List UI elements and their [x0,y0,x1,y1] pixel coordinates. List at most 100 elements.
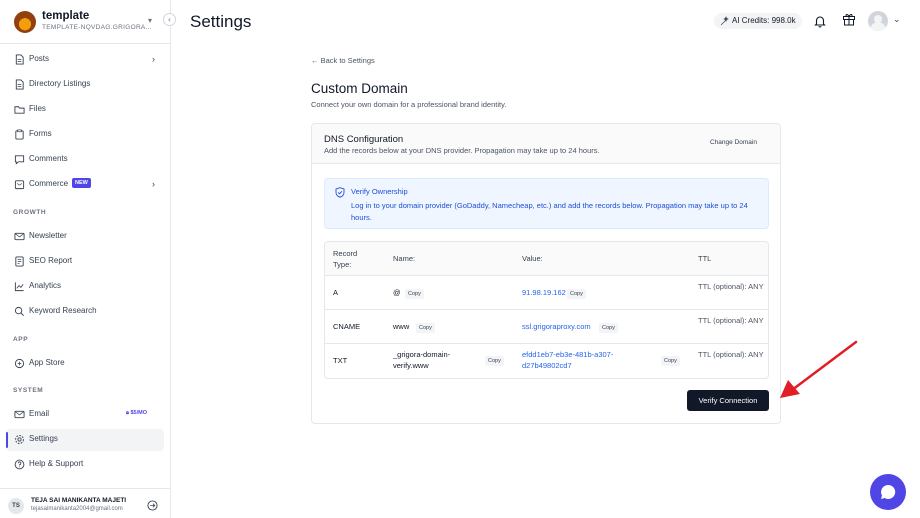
copy-value-button[interactable]: Copy [661,356,680,366]
cart-icon [14,180,25,190]
chat-icon [14,155,25,165]
verify-connection-button[interactable]: Verify Connection [687,390,769,411]
sidebar-item-keyword-research[interactable]: Keyword Research [6,301,164,323]
section-heading-app: APP [13,336,29,343]
copy-name-button[interactable]: Copy [485,356,504,366]
workspace-name: template [42,10,90,22]
sidebar-item-email[interactable]: Email 🔒︎ $5/MO [6,404,164,426]
sparkle-icon [720,16,729,26]
chevron-right-icon: › [152,54,155,64]
sidebar-item-analytics[interactable]: Analytics [6,276,164,298]
record-type: TXT [333,356,348,365]
user-name: TEJA SAI MANIKANTA MAJETI [31,497,127,504]
dns-card: DNS Configuration Add the records below … [311,123,781,424]
sidebar-item-seo-report[interactable]: SEO Report [6,251,164,273]
page-title: Settings [190,12,252,31]
search-icon [14,306,24,316]
sidebar-item-forms[interactable]: Forms [6,124,164,146]
workspace-logo [14,11,36,33]
change-domain-button[interactable]: Change Domain [710,139,757,146]
sidebar-item-label: Help & Support [29,459,84,468]
sidebar-item-commerce[interactable]: Commerce NEW › [6,174,164,196]
profile-avatar[interactable] [868,11,888,31]
dns-card-header: DNS Configuration Add the records below … [312,124,780,164]
record-type: A [333,288,339,297]
gift-icon[interactable] [842,12,856,26]
workspace-switcher[interactable]: template TEMPLATE-NQVDAG.GRIGORA... ▾ [14,10,164,34]
header-record-type: Record Type: [333,249,358,269]
section-title: Custom Domain [311,81,408,96]
avatar: TS [8,498,24,514]
sidebar-item-label: Directory Listings [29,79,91,88]
record-name: @ [393,288,401,297]
logout-icon[interactable] [147,500,158,511]
section-subtitle: Connect your own domain for a profession… [311,100,507,109]
sidebar-item-app-store[interactable]: App Store [6,353,164,375]
table-row: CNAME www Copy ssl.grigoraproxy.com Copy… [325,310,768,344]
workspace-subdomain: TEMPLATE-NQVDAG.GRIGORA... [42,24,152,31]
clipboard-icon [15,129,24,140]
section-heading-system: SYSTEM [13,387,44,394]
back-to-settings-link[interactable]: ← Back to Settings [311,56,375,65]
sidebar-item-help-support[interactable]: Help & Support [6,454,164,476]
dns-title: DNS Configuration [324,134,404,145]
report-icon [15,256,24,267]
copy-name-button[interactable]: Copy [416,323,435,333]
record-name: www [393,322,410,331]
record-value: 91.98.19.162 [522,288,566,297]
sidebar-item-comments[interactable]: Comments [6,149,164,171]
copy-value-button[interactable]: Copy [567,289,586,299]
dns-subtitle: Add the records below at your DNS provid… [324,146,600,155]
table-row: TXT _grigora-domain-verify.www Copy efdd… [325,344,768,378]
ai-credits-badge[interactable]: AI Credits: 998.0k [714,13,802,29]
copy-value-button[interactable]: Copy [599,323,618,333]
grid-icon [14,358,25,369]
sidebar-item-label: Files [29,104,46,113]
gear-icon [15,435,24,444]
sidebar-item-label: Email [29,409,50,418]
sidebar-item-newsletter[interactable]: Newsletter [6,226,164,248]
table-row: A @ Copy 91.98.19.162 Copy TTL (optional… [325,276,768,310]
price-badge-text: $5/MO [130,410,147,416]
collapse-sidebar-button[interactable]: ‹ [163,13,176,26]
sidebar-item-label: Commerce [29,179,69,188]
header-ttl: TTL [698,254,712,263]
record-ttl: TTL (optional): ANY [698,316,764,325]
document-icon [15,54,24,65]
chevron-down-icon[interactable]: ⌄ [893,14,901,25]
section-heading-growth: GROWTH [13,209,47,216]
bell-icon[interactable] [813,14,827,28]
sidebar: template TEMPLATE-NQVDAG.GRIGORA... ▾ ‹ … [0,0,176,518]
sidebar-item-label: Analytics [29,281,62,290]
price-badge: 🔒︎ $5/MO [126,410,147,417]
sidebar-item-label: Comments [29,154,68,163]
record-value: efdd1eb7-eb3e-481b-a307-d27b49802cd7 [522,350,614,370]
copy-name-button[interactable]: Copy [405,289,424,299]
new-badge: NEW [72,178,91,188]
sidebar-item-label: SEO Report [29,256,73,265]
header-name: Name: [393,254,416,263]
header-value: Value: [522,254,543,263]
record-ttl: TTL (optional): ANY [698,350,764,359]
sidebar-item-settings[interactable]: Settings [6,429,164,451]
dns-records-table: Record Type: Name: Value: TTL A @ Copy 9… [324,241,769,379]
record-ttl: TTL (optional): ANY [698,282,764,291]
sidebar-item-label: Forms [29,129,52,138]
mail-icon [14,232,25,241]
sidebar-item-label: App Store [29,358,65,367]
shield-check-icon [335,187,345,198]
record-name: _grigora-domain-verify.www [393,350,451,370]
chart-icon [14,282,24,292]
record-value: ssl.grigoraproxy.com [522,322,591,331]
sidebar-item-directory-listings[interactable]: Directory Listings [6,74,164,96]
user-profile[interactable]: TS TEJA SAI MANIKANTA MAJETI tejasaimani… [0,488,171,518]
sidebar-item-files[interactable]: Files [6,99,164,121]
table-header: Record Type: Name: Value: TTL [325,242,768,276]
chat-widget-button[interactable] [870,474,906,510]
sidebar-item-label: Keyword Research [29,306,97,315]
folder-icon [14,106,25,114]
sidebar-item-posts[interactable]: Posts › [6,49,164,71]
record-type: CNAME [333,322,361,331]
red-arrow-annotation [780,340,858,398]
verify-text: Log in to your domain provider (GoDaddy,… [351,201,748,222]
